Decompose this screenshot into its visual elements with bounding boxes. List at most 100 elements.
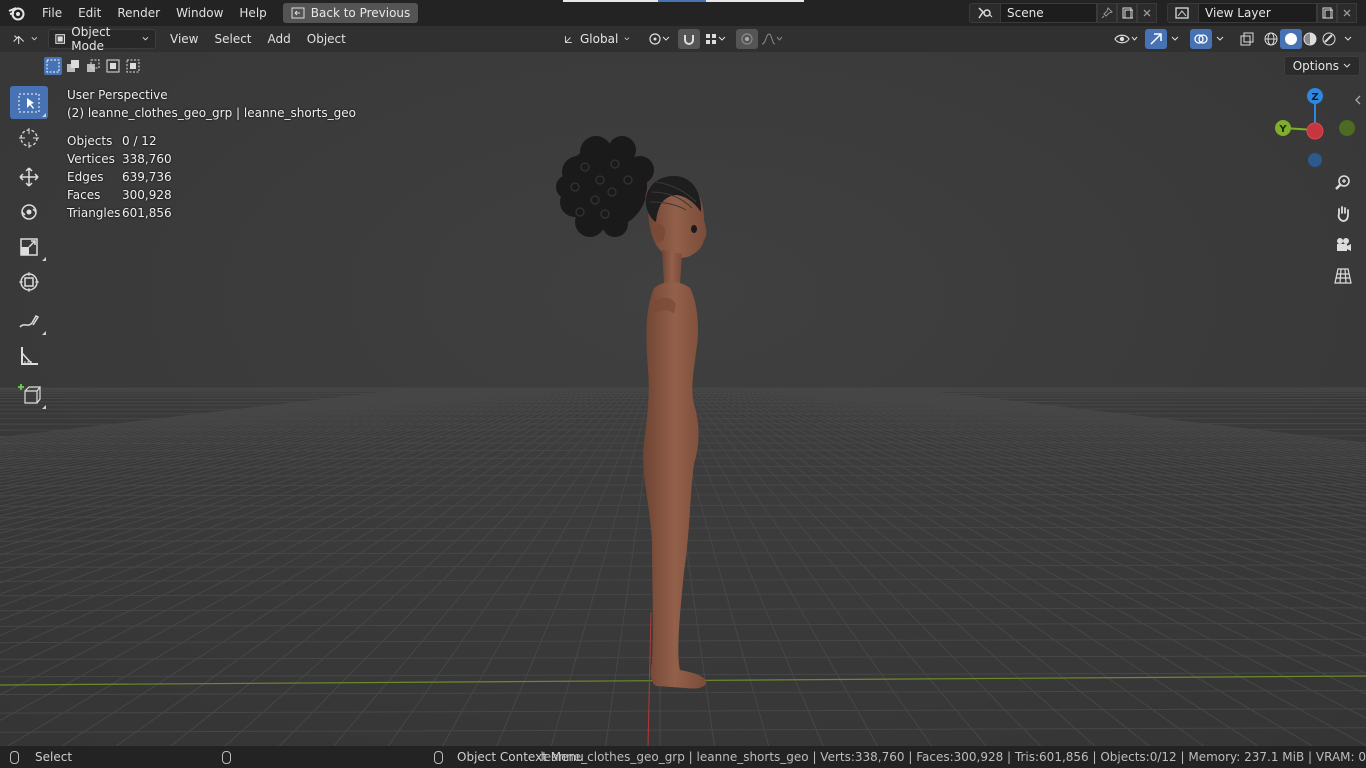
back-icon (291, 7, 305, 19)
menu-render[interactable]: Render (109, 0, 168, 26)
annotate-tool[interactable] (10, 304, 48, 337)
tool-shelf (10, 86, 48, 413)
stat-row: Vertices 338,760 (67, 150, 356, 168)
menu-window[interactable]: Window (168, 0, 231, 26)
menu-add[interactable]: Add (260, 32, 299, 46)
transform-icon (19, 271, 39, 292)
falloff-dropdown[interactable] (758, 29, 786, 49)
select-invert-icon (106, 59, 120, 73)
pivot-point-dropdown[interactable] (645, 29, 673, 49)
transform-orientation-dropdown[interactable]: Global (558, 29, 636, 49)
status-bar: Select Object Context Menu leanne_clothe… (0, 746, 1366, 768)
gizmo-options-dropdown[interactable] (1167, 29, 1183, 49)
new-view-layer-icon[interactable] (1317, 3, 1337, 23)
gizmo-z-label: Z (1311, 92, 1318, 103)
new-scene-icon[interactable] (1117, 3, 1137, 23)
editor-type-dropdown[interactable] (8, 29, 42, 49)
material-sphere-icon (1303, 32, 1317, 46)
scene-icon[interactable] (969, 3, 1001, 23)
mode-dropdown[interactable]: Object Mode (48, 25, 156, 53)
orientation-label: Global (580, 32, 619, 46)
stat-row: Edges 639,736 (67, 168, 356, 186)
status-middle-mouse-hint (222, 750, 231, 764)
measure-tool[interactable] (10, 339, 48, 372)
chevron-down-icon (1344, 36, 1352, 41)
pencil-icon (19, 314, 40, 328)
add-cube-tool[interactable] (10, 378, 48, 411)
move-tool[interactable] (10, 160, 48, 193)
proportional-edit-toggle[interactable] (736, 29, 758, 49)
snap-toggle[interactable] (678, 29, 700, 49)
active-object-label: (2) leanne_clothes_geo_grp | leanne_shor… (67, 106, 356, 120)
stat-value: 0 / 12 (122, 134, 157, 148)
select-extend-button[interactable] (64, 57, 82, 75)
blender-logo-icon[interactable] (0, 0, 34, 26)
select-invert-button[interactable] (104, 57, 122, 75)
pan-button[interactable] (1330, 201, 1356, 227)
select-box-tool[interactable] (10, 86, 48, 119)
xray-toggle[interactable] (1236, 29, 1258, 49)
shading-rendered-button[interactable] (1318, 29, 1340, 49)
scene-name-field[interactable]: Scene (1001, 3, 1097, 23)
pin-scene-icon[interactable] (1097, 3, 1117, 23)
transform-tool[interactable] (10, 265, 48, 298)
options-label: Options (1292, 59, 1339, 73)
zoom-button[interactable] (1330, 170, 1356, 196)
overlays-dropdown[interactable] (1212, 29, 1228, 49)
camera-icon (1337, 238, 1351, 251)
view-layer-selector[interactable]: View Layer (1167, 3, 1357, 23)
mouse-middle-icon (222, 750, 231, 764)
hand-icon (1337, 206, 1349, 222)
options-dropdown[interactable]: Options (1283, 56, 1360, 76)
back-to-previous-button[interactable]: Back to Previous (282, 3, 419, 23)
scene-selector[interactable]: Scene (969, 3, 1157, 23)
select-new-button[interactable] (44, 57, 62, 75)
select-intersect-button[interactable] (124, 57, 142, 75)
menu-help[interactable]: Help (231, 0, 274, 26)
menu-view[interactable]: View (162, 32, 206, 46)
chevron-down-icon (142, 36, 149, 41)
gizmo-x[interactable] (1306, 122, 1324, 140)
shading-wireframe-button[interactable] (1260, 29, 1282, 49)
delete-scene-icon[interactable] (1137, 3, 1157, 23)
navigation-buttons (1330, 170, 1356, 294)
add-cube-icon (18, 383, 41, 404)
navigation-gizmo[interactable]: Z Y (1270, 84, 1360, 174)
select-subtract-button[interactable] (84, 57, 102, 75)
chevron-down-icon (31, 37, 38, 41)
camera-view-button[interactable] (1330, 232, 1356, 258)
menu-select[interactable]: Select (206, 32, 259, 46)
gizmo-neg-z[interactable] (1308, 153, 1322, 167)
stat-label: Vertices (67, 152, 115, 166)
scene-statistics: Objects 0 / 12 Vertices 338,760 Edges 639,7… (67, 132, 356, 222)
grid-perspective-icon (1334, 268, 1352, 284)
menu-file[interactable]: File (34, 0, 70, 26)
stat-value: 639,736 (122, 170, 172, 184)
perspective-toggle-button[interactable] (1330, 263, 1356, 289)
shading-options-dropdown[interactable] (1340, 29, 1356, 49)
stat-label: Triangles (67, 206, 121, 220)
delete-view-layer-icon[interactable] (1337, 3, 1357, 23)
cursor-tool[interactable] (10, 121, 48, 154)
menu-edit[interactable]: Edit (70, 0, 109, 26)
view-layer-icon[interactable] (1167, 3, 1199, 23)
gizmo-neg-y[interactable] (1339, 120, 1355, 136)
3d-viewport[interactable]: User Perspective (2) leanne_clothes_geo_… (0, 52, 1366, 746)
wireframe-sphere-icon (1264, 32, 1278, 46)
rotate-tool[interactable] (10, 195, 48, 228)
stat-label: Edges (67, 170, 104, 184)
show-overlays-toggle[interactable] (1190, 29, 1212, 49)
menu-object[interactable]: Object (299, 32, 354, 46)
scale-tool[interactable] (10, 230, 48, 263)
visibility-dropdown[interactable] (1112, 29, 1140, 49)
view-layer-name-field[interactable]: View Layer (1199, 3, 1317, 23)
status-scene-info: leanne_clothes_geo_grp | leanne_shorts_g… (540, 750, 1366, 764)
move-arrows-icon (19, 166, 39, 187)
snap-target-dropdown[interactable] (701, 29, 729, 49)
ruler-icon (21, 346, 38, 365)
chevron-down-icon (1216, 36, 1224, 41)
solid-sphere-icon (1285, 33, 1297, 45)
proportional-edit-icon (741, 33, 753, 45)
show-gizmo-toggle[interactable] (1145, 29, 1167, 49)
workspace-tab-active[interactable] (658, 0, 706, 2)
